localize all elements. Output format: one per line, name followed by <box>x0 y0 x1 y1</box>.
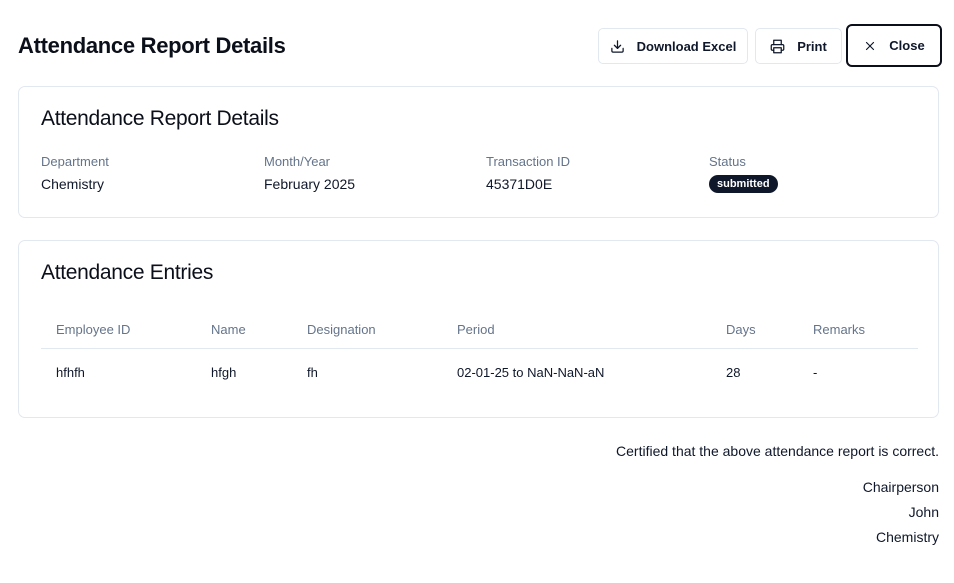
col-remarks: Remarks <box>813 322 866 337</box>
signatory-role: Chairperson <box>862 479 939 495</box>
signatory-department: Chemistry <box>875 529 939 545</box>
table-header: Employee ID Name Designation Period Days… <box>41 311 918 349</box>
download-excel-label: Download Excel <box>636 38 737 54</box>
table-row: hfhfh hfgh fh 02-01-25 to NaN-NaN-aN 28 … <box>41 349 918 395</box>
department-label: Department <box>41 154 109 169</box>
entries-table: Employee ID Name Designation Period Days… <box>41 311 918 395</box>
download-icon <box>610 39 624 53</box>
cell-name: hfgh <box>211 364 237 380</box>
col-name: Name <box>211 322 246 337</box>
close-icon <box>866 41 875 50</box>
status-badge: submitted <box>709 175 778 193</box>
status-field: Status submitted <box>709 154 778 193</box>
cell-employee-id: hfhfh <box>56 364 85 380</box>
download-excel-button[interactable]: Download Excel <box>598 28 748 64</box>
col-period: Period <box>457 322 495 337</box>
col-employee-id: Employee ID <box>56 322 131 337</box>
department-value: Chemistry <box>41 176 105 192</box>
close-label: Close <box>889 38 925 53</box>
col-designation: Designation <box>307 322 376 337</box>
entries-card-title: Attendance Entries <box>41 261 214 284</box>
cell-designation: fh <box>307 364 318 380</box>
transaction-id-field: Transaction ID 45371D0E <box>486 154 570 192</box>
transaction-id-value: 45371D0E <box>486 176 553 192</box>
cell-remarks: - <box>813 364 818 380</box>
attendance-entries-card: Attendance Entries Employee ID Name Desi… <box>18 240 939 418</box>
print-button[interactable]: Print <box>755 28 842 64</box>
month-year-label: Month/Year <box>264 154 331 169</box>
signatory-name: John <box>908 504 939 520</box>
transaction-id-label: Transaction ID <box>486 154 571 169</box>
close-button[interactable]: Close <box>846 24 942 67</box>
status-label: Status <box>709 154 746 169</box>
printer-icon <box>770 39 785 53</box>
month-year-value: February 2025 <box>264 176 356 192</box>
report-details-card: Attendance Report Details Department Che… <box>18 86 939 218</box>
col-days: Days <box>726 322 756 337</box>
certification-text: Certified that the above attendance repo… <box>616 443 939 459</box>
month-year-field: Month/Year February 2025 <box>264 154 355 192</box>
page-title: Attendance Report Details <box>18 33 286 58</box>
cell-days: 28 <box>726 364 741 380</box>
print-label: Print <box>797 38 827 54</box>
details-card-title: Attendance Report Details <box>41 107 279 130</box>
department-field: Department Chemistry <box>41 154 109 192</box>
cell-period: 02-01-25 to NaN-NaN-aN <box>457 364 605 380</box>
